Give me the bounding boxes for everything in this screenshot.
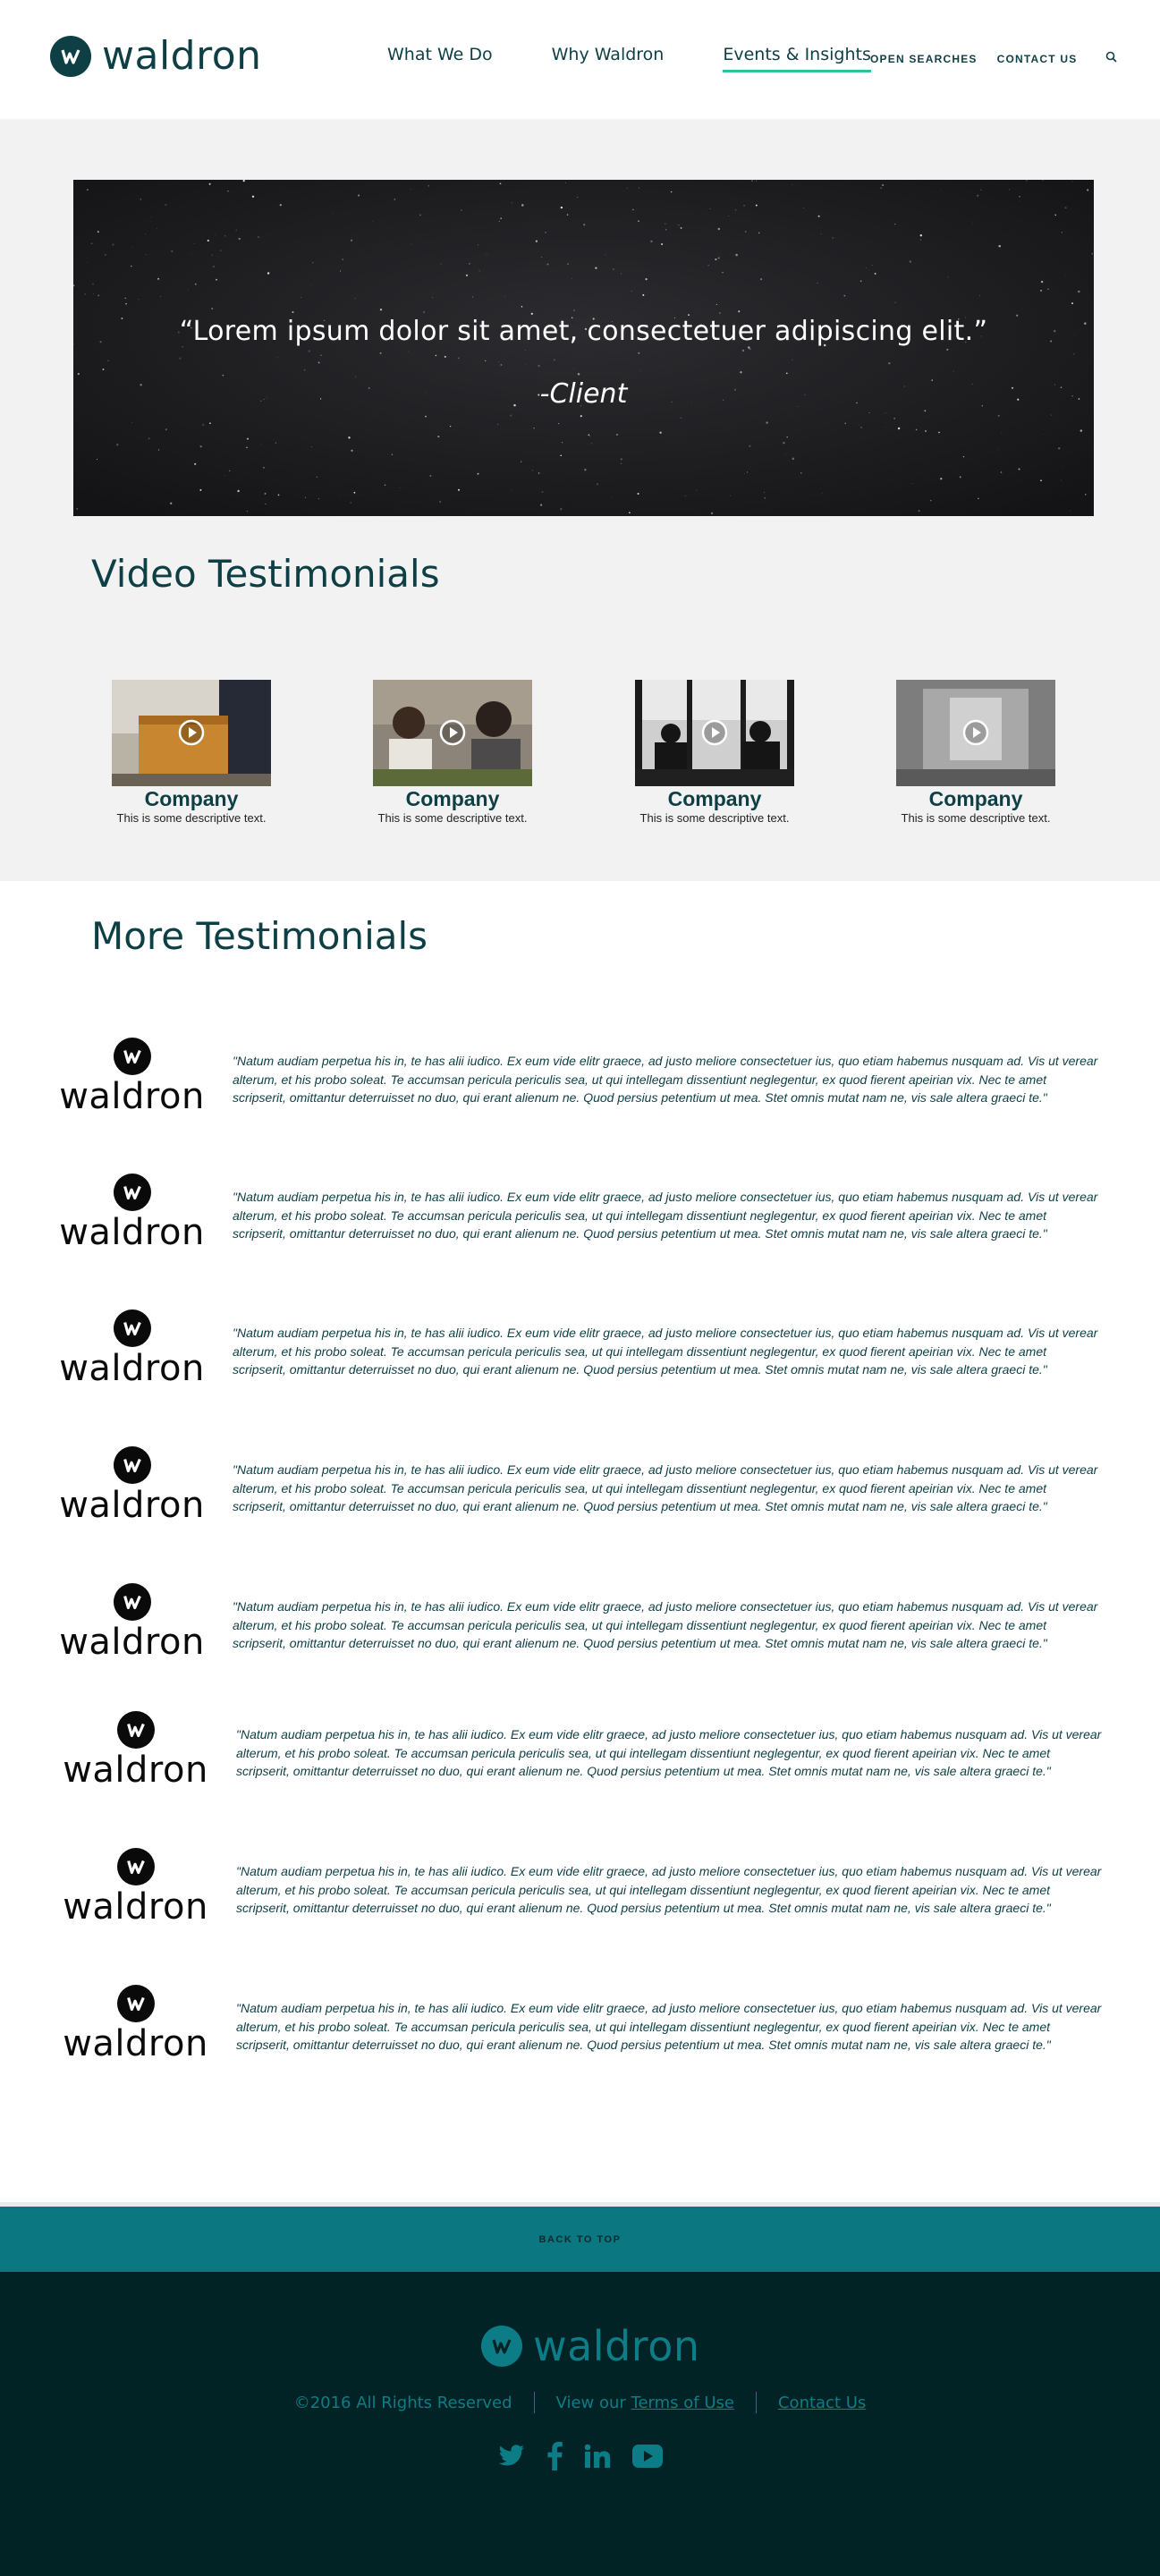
footer-logo-mark-icon: [481, 2326, 522, 2367]
more-testimonials-title: More Testimonials: [91, 914, 428, 958]
play-icon[interactable]: [701, 719, 728, 750]
testimonial-logo-mark-icon: [113, 1038, 151, 1075]
video-thumbnail[interactable]: [635, 680, 794, 786]
hero-banner: “Lorem ipsum dolor sit amet, consectetue…: [73, 180, 1094, 516]
testimonial-quote: "Natum audiam perpetua his in, te has al…: [233, 1326, 1098, 1377]
footer-logo-text: waldron: [533, 2322, 700, 2370]
play-icon[interactable]: [439, 719, 466, 750]
play-icon[interactable]: [962, 719, 989, 750]
open-searches-link[interactable]: OPEN SEARCHES: [870, 53, 978, 65]
video-thumbnail[interactable]: [373, 680, 532, 786]
social-links: [0, 2442, 1160, 2475]
testimonial-logo-text: waldron: [59, 1348, 205, 1389]
site-logo[interactable]: waldron: [50, 36, 262, 77]
testimonial-logo-text: waldron: [59, 1622, 205, 1663]
testimonial-logo: waldron: [54, 1174, 210, 1254]
card-company: Company: [928, 787, 1023, 810]
utility-nav: OPEN SEARCHES CONTACT US: [870, 51, 1117, 67]
video-card[interactable]: Company This is some descriptive text.: [93, 680, 290, 826]
hero-starfield: [73, 180, 1094, 516]
testimonial-item: waldron "Natum audiam perpetua his in, te…: [57, 1985, 1113, 2083]
testimonial-item: waldron "Natum audiam perpetua his in, te…: [54, 1038, 1109, 1136]
terms-of-use-link[interactable]: Terms of Use: [631, 2394, 734, 2412]
back-to-top-link[interactable]: BACK TO TOP: [539, 2234, 622, 2245]
nav-why-waldron[interactable]: Why Waldron: [552, 45, 665, 72]
testimonial-logo: waldron: [57, 1711, 214, 1792]
twitter-icon[interactable]: [498, 2445, 525, 2472]
hero-cite: -Client: [539, 378, 628, 410]
testimonial-logo-mark-icon: [116, 1848, 155, 1885]
card-description: This is some descriptive text.: [901, 811, 1051, 825]
video-testimonials-title: Video Testimonials: [91, 552, 440, 596]
testimonial-quote: "Natum audiam perpetua his in, te has al…: [236, 1864, 1102, 1915]
testimonial-quote: "Natum audiam perpetua his in, te has al…: [233, 1599, 1098, 1650]
footer-divider: [533, 2392, 535, 2413]
testimonial-item: waldron "Natum audiam perpetua his in, te…: [54, 1174, 1109, 1272]
testimonial-quote: "Natum audiam perpetua his in, te has al…: [233, 1054, 1098, 1105]
footer-divider: [755, 2392, 757, 2413]
site-footer: waldron ©2016 All Rights Reserved View o…: [0, 2272, 1160, 2576]
card-description: This is some descriptive text.: [116, 811, 267, 825]
play-icon[interactable]: [178, 719, 205, 750]
video-card[interactable]: Company This is some descriptive text.: [616, 680, 813, 826]
video-card[interactable]: Company This is some descriptive text.: [354, 680, 551, 826]
testimonial-logo: waldron: [54, 1309, 210, 1390]
testimonial-item: waldron "Natum audiam perpetua his in, te…: [54, 1309, 1109, 1408]
logo-mark-icon: [50, 36, 91, 77]
testimonial-quote: "Natum audiam perpetua his in, te has al…: [236, 1727, 1102, 1778]
testimonial-logo: waldron: [57, 1848, 214, 1928]
testimonial-logo: waldron: [54, 1038, 210, 1118]
testimonial-logo: waldron: [57, 1985, 214, 2065]
testimonial-item: waldron "Natum audiam perpetua his in, te…: [54, 1446, 1109, 1545]
logo-text: waldron: [102, 33, 262, 79]
testimonial-item: waldron "Natum audiam perpetua his in, te…: [57, 1848, 1113, 1946]
facebook-icon[interactable]: [546, 2442, 563, 2475]
copyright-text: ©2016 All Rights Reserved: [293, 2393, 512, 2412]
card-company: Company: [405, 787, 500, 810]
testimonial-logo-text: waldron: [59, 1485, 205, 1526]
testimonial-logo-mark-icon: [113, 1583, 151, 1621]
testimonial-logo-mark-icon: [113, 1174, 151, 1211]
testimonial-item: waldron "Natum audiam perpetua his in, te…: [54, 1583, 1109, 1682]
testimonial-logo-mark-icon: [116, 1985, 155, 2022]
card-description: This is some descriptive text.: [377, 811, 528, 825]
back-to-top-bar[interactable]: BACK TO TOP: [0, 2202, 1160, 2272]
testimonial-logo: waldron: [54, 1583, 210, 1664]
youtube-icon[interactable]: [631, 2445, 663, 2472]
testimonial-quote: "Natum audiam perpetua his in, te has al…: [233, 1190, 1098, 1241]
testimonial-logo-mark-icon: [113, 1309, 151, 1347]
testimonial-logo-text: waldron: [63, 1886, 208, 1928]
testimonial-logo-text: waldron: [59, 1076, 205, 1117]
card-company: Company: [667, 787, 762, 810]
card-company: Company: [144, 787, 239, 810]
nav-what-we-do[interactable]: What We Do: [387, 45, 493, 72]
view-our-text: View our: [555, 2393, 626, 2412]
main-nav: What We Do Why Waldron Events & Insights: [387, 45, 930, 72]
search-icon[interactable]: [1105, 51, 1117, 67]
site-header: waldron What We Do Why Waldron Events & …: [0, 0, 1160, 119]
testimonial-logo-text: waldron: [63, 1750, 208, 1791]
video-section: “Lorem ipsum dolor sit amet, consectetue…: [0, 119, 1160, 881]
footer-contact-link[interactable]: Contact Us: [778, 2394, 866, 2412]
testimonial-logo: waldron: [54, 1446, 210, 1527]
video-thumbnail[interactable]: [896, 680, 1055, 786]
testimonial-item: waldron "Natum audiam perpetua his in, te…: [57, 1711, 1113, 1809]
testimonial-logo-mark-icon: [116, 1711, 155, 1749]
contact-us-link[interactable]: CONTACT US: [997, 53, 1078, 65]
video-card[interactable]: Company This is some descriptive text.: [877, 680, 1074, 826]
testimonial-quote: "Natum audiam perpetua his in, te has al…: [233, 1462, 1098, 1513]
hero-quote: “Lorem ipsum dolor sit amet, consectetue…: [179, 316, 988, 347]
testimonial-logo-text: waldron: [59, 1212, 205, 1253]
nav-events-insights[interactable]: Events & Insights: [723, 45, 871, 72]
footer-links: ©2016 All Rights Reserved View our Terms…: [0, 2392, 1160, 2413]
footer-logo[interactable]: waldron: [481, 2326, 700, 2367]
testimonial-logo-mark-icon: [113, 1446, 151, 1484]
linkedin-icon[interactable]: [584, 2444, 611, 2473]
testimonial-logo-text: waldron: [63, 2023, 208, 2064]
testimonial-quote: "Natum audiam perpetua his in, te has al…: [236, 2001, 1102, 2052]
video-thumbnail[interactable]: [112, 680, 271, 786]
card-description: This is some descriptive text.: [639, 811, 790, 825]
